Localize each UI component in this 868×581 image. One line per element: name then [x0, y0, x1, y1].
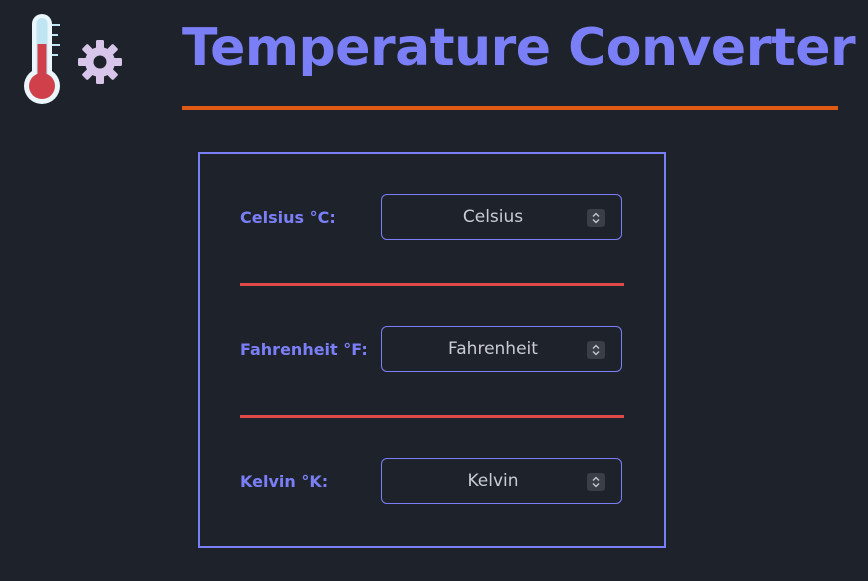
separator [240, 283, 624, 286]
kelvin-label: Kelvin °K: [240, 472, 329, 491]
celsius-stepper-icon[interactable] [587, 209, 605, 227]
thermometer-gear-icon [24, 10, 128, 114]
celsius-row: Celsius °C: [240, 194, 624, 242]
celsius-label: Celsius °C: [240, 208, 336, 227]
kelvin-field[interactable] [381, 458, 622, 504]
kelvin-stepper-icon[interactable] [587, 473, 605, 491]
fahrenheit-row: Fahrenheit °F: [240, 326, 624, 374]
fahrenheit-field[interactable] [381, 326, 622, 372]
converter-card: Celsius °C: Fahrenheit °F: [198, 152, 666, 548]
kelvin-row: Kelvin °K: [240, 458, 624, 506]
page-title: Temperature Converter [182, 18, 856, 78]
kelvin-input[interactable] [382, 459, 604, 503]
celsius-input[interactable] [382, 195, 604, 239]
fahrenheit-label: Fahrenheit °F: [240, 340, 368, 359]
page: Temperature Converter Celsius °C: Fahren… [0, 0, 868, 581]
fahrenheit-stepper-icon[interactable] [587, 341, 605, 359]
celsius-field[interactable] [381, 194, 622, 240]
separator [240, 415, 624, 418]
fahrenheit-input[interactable] [382, 327, 604, 371]
title-underline [182, 106, 838, 110]
